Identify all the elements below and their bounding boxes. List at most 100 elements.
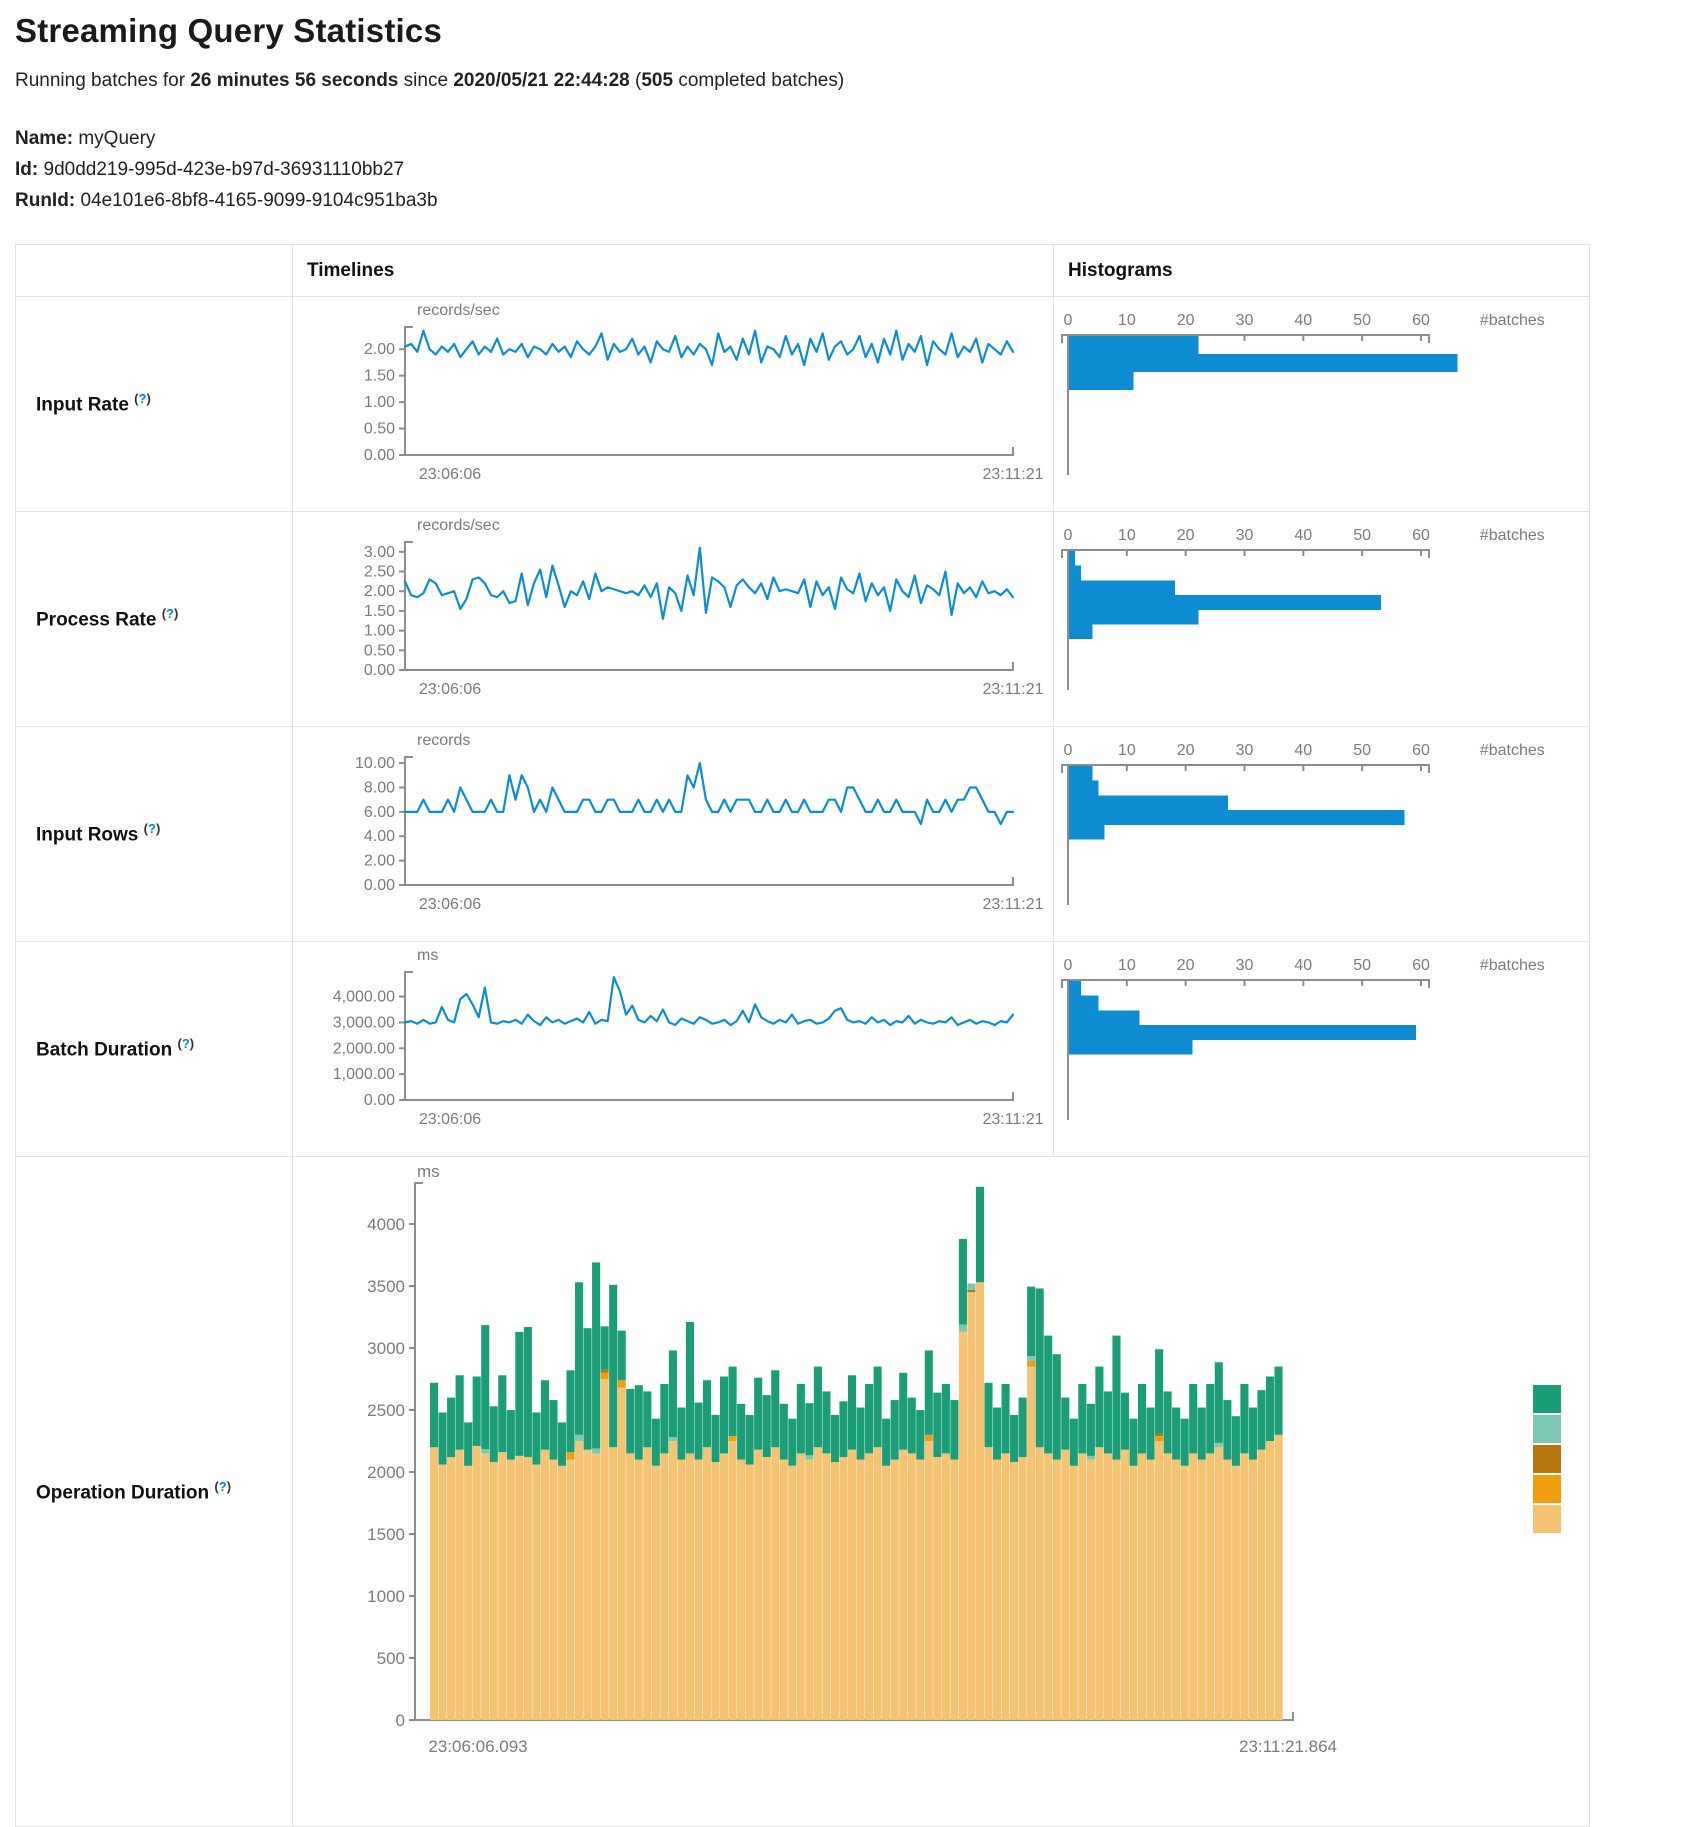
svg-text:23:06:06: 23:06:06 — [419, 681, 481, 698]
svg-text:records/sec: records/sec — [417, 302, 500, 319]
process-rate-help-icon[interactable]: (?) — [162, 606, 179, 621]
svg-text:20: 20 — [1177, 527, 1195, 544]
svg-text:23:11:21: 23:11:21 — [982, 681, 1043, 698]
svg-text:#batches: #batches — [1480, 527, 1545, 544]
query-id-value: 9d0dd219-995d-423e-b97d-36931110bb27 — [44, 159, 405, 180]
running-batches-summary: Running batches for 26 minutes 56 second… — [15, 70, 1693, 92]
process-rate-histogram-chart: 0102030405060#batches — [1054, 512, 1588, 726]
svg-text:8.00: 8.00 — [364, 779, 395, 796]
help-paren: ) — [190, 1036, 194, 1051]
metric-name: Batch Duration — [36, 1040, 172, 1061]
svg-text:23:06:06: 23:06:06 — [419, 896, 481, 913]
input-rate-label: Input Rate (?) — [16, 297, 293, 512]
svg-text:2,000.00: 2,000.00 — [333, 1040, 395, 1057]
completed-count: 505 — [641, 70, 673, 91]
table-row: Operation Duration (?) ms050010001500200… — [16, 1157, 1590, 1827]
svg-text:4000: 4000 — [367, 1215, 405, 1234]
svg-text:23:06:06: 23:06:06 — [419, 1111, 481, 1128]
svg-text:2.00: 2.00 — [364, 583, 395, 600]
svg-text:10: 10 — [1118, 527, 1136, 544]
svg-text:3,000.00: 3,000.00 — [333, 1014, 395, 1031]
svg-text:1500: 1500 — [367, 1525, 405, 1544]
legend — [1533, 1385, 1561, 1533]
svg-text:60: 60 — [1412, 527, 1430, 544]
query-name-label: Name: — [15, 128, 73, 149]
legend-swatch-series-orange — [1533, 1475, 1561, 1503]
legend-swatch-series-dark-orange — [1533, 1445, 1561, 1473]
svg-text:#batches: #batches — [1480, 957, 1545, 974]
help-question: ? — [166, 606, 174, 621]
table-row: Input Rows (?) records0.002.004.006.008.… — [16, 727, 1590, 942]
svg-text:500: 500 — [377, 1649, 405, 1668]
help-paren: ) — [146, 391, 150, 406]
timelines-column-header: Timelines — [293, 245, 1054, 297]
metric-name: Operation Duration — [36, 1482, 209, 1503]
svg-text:4,000.00: 4,000.00 — [333, 989, 395, 1006]
svg-text:60: 60 — [1412, 312, 1430, 329]
svg-text:2000: 2000 — [367, 1463, 405, 1482]
query-name-line: Name: myQuery — [15, 128, 1693, 150]
svg-text:0: 0 — [1064, 312, 1073, 329]
legend-swatch-series-light-teal — [1533, 1415, 1561, 1443]
svg-text:0.00: 0.00 — [364, 447, 395, 464]
svg-text:30: 30 — [1236, 527, 1254, 544]
svg-text:23:06:06.093: 23:06:06.093 — [428, 1737, 527, 1756]
svg-text:3.00: 3.00 — [364, 544, 395, 561]
query-meta: Name: myQuery Id: 9d0dd219-995d-423e-b97… — [15, 128, 1693, 212]
batch-duration-histogram-chart: 0102030405060#batches — [1054, 942, 1588, 1156]
metric-name: Process Rate — [36, 610, 156, 631]
svg-text:50: 50 — [1353, 742, 1371, 759]
svg-text:60: 60 — [1412, 957, 1430, 974]
operation-duration-label: Operation Duration (?) — [16, 1157, 293, 1827]
svg-text:1.50: 1.50 — [364, 603, 395, 620]
svg-text:10.00: 10.00 — [355, 755, 395, 772]
svg-text:#batches: #batches — [1480, 312, 1545, 329]
svg-text:records: records — [417, 732, 470, 749]
input-rows-histogram-chart: 0102030405060#batches — [1054, 727, 1588, 941]
batch-duration-help-icon[interactable]: (?) — [177, 1036, 194, 1051]
table-row: Batch Duration (?) ms0.001,000.002,000.0… — [16, 942, 1590, 1157]
help-question: ? — [148, 821, 156, 836]
svg-text:0.50: 0.50 — [364, 421, 395, 438]
svg-text:4.00: 4.00 — [364, 828, 395, 845]
svg-text:0.00: 0.00 — [364, 877, 395, 894]
query-runid-value: 04e101e6-8bf8-4165-9099-9104c951ba3b — [80, 190, 437, 211]
svg-text:1.50: 1.50 — [364, 368, 395, 385]
svg-text:0: 0 — [1064, 742, 1073, 759]
query-id-label: Id: — [15, 159, 38, 180]
help-question: ? — [219, 1479, 227, 1494]
help-paren: ) — [174, 606, 178, 621]
query-id-line: Id: 9d0dd219-995d-423e-b97d-36931110bb27 — [15, 159, 1693, 181]
svg-text:40: 40 — [1294, 312, 1312, 329]
operation-duration-help-icon[interactable]: (?) — [214, 1479, 231, 1494]
query-runid-line: RunId: 04e101e6-8bf8-4165-9099-9104c951b… — [15, 190, 1693, 212]
svg-text:3000: 3000 — [367, 1339, 405, 1358]
metric-name: Input Rows — [36, 825, 138, 846]
svg-text:20: 20 — [1177, 742, 1195, 759]
table-row: Input Rate (?) records/sec0.000.501.001.… — [16, 297, 1590, 512]
svg-text:2.00: 2.00 — [364, 341, 395, 358]
svg-text:23:11:21.864: 23:11:21.864 — [1239, 1737, 1337, 1756]
input-rows-help-icon[interactable]: (?) — [144, 821, 161, 836]
svg-text:10: 10 — [1118, 742, 1136, 759]
running-duration: 26 minutes 56 seconds — [190, 70, 398, 91]
svg-text:30: 30 — [1236, 957, 1254, 974]
svg-text:23:06:06: 23:06:06 — [419, 466, 481, 483]
svg-text:50: 50 — [1353, 527, 1371, 544]
operation-duration-stacked-chart: ms0500100015002000250030003500400023:06:… — [293, 1157, 1589, 1825]
svg-text:records/sec: records/sec — [417, 517, 500, 534]
running-suffix: completed batches) — [673, 70, 844, 91]
running-prefix: Running batches for — [15, 70, 190, 91]
svg-text:40: 40 — [1294, 527, 1312, 544]
batch-duration-timeline-chart: ms0.001,000.002,000.003,000.004,000.0023… — [293, 942, 1052, 1156]
svg-text:10: 10 — [1118, 957, 1136, 974]
process-rate-label: Process Rate (?) — [16, 512, 293, 727]
svg-text:1,000.00: 1,000.00 — [333, 1066, 395, 1083]
svg-text:0: 0 — [396, 1711, 405, 1730]
svg-text:3500: 3500 — [367, 1277, 405, 1296]
svg-text:50: 50 — [1353, 957, 1371, 974]
svg-text:10: 10 — [1118, 312, 1136, 329]
input-rate-help-icon[interactable]: (?) — [134, 391, 151, 406]
svg-text:1.00: 1.00 — [364, 623, 395, 640]
svg-text:0.50: 0.50 — [364, 642, 395, 659]
